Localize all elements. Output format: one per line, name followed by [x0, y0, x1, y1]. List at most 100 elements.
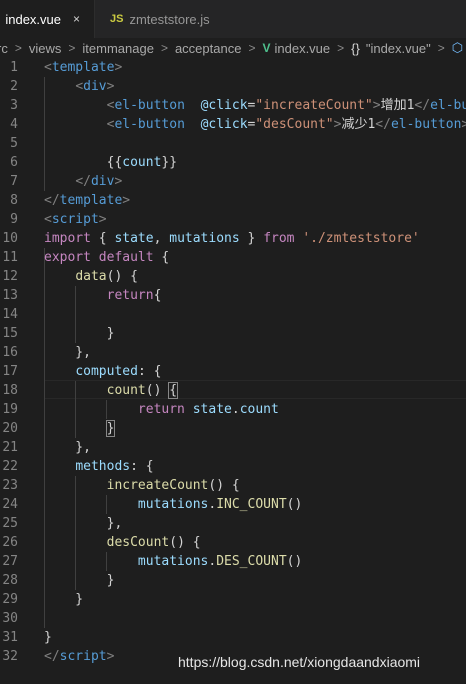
breadcrumb-item-itemmanage[interactable]: itemmanage [82, 41, 154, 56]
code-token: () [286, 497, 303, 512]
code-text: export default { [44, 248, 169, 267]
line-number: 8 [10, 193, 18, 208]
code-token: () [286, 554, 303, 569]
code-text: methods: { [44, 457, 154, 476]
code-line: 30 [0, 609, 466, 628]
code-token: div [83, 79, 107, 94]
code-token: { [153, 288, 162, 303]
code-text: mutations.DES_COUNT() [44, 552, 302, 571]
tab-index-vue[interactable]: V index.vue × [0, 0, 94, 38]
chevron-right-icon: > [337, 41, 345, 55]
code-token: () { [208, 478, 240, 493]
code-text: }, [44, 514, 123, 533]
line-number: 4 [10, 117, 18, 132]
code-text: count() { [44, 381, 179, 400]
line-number: 18 [2, 383, 18, 398]
code-text: </div> [44, 172, 122, 191]
breadcrumb-item-acceptance[interactable]: acceptance [175, 41, 242, 56]
close-icon[interactable]: × [73, 12, 80, 26]
tab-label: index.vue [5, 11, 61, 27]
code-line: 14 [0, 305, 466, 324]
code-text: import { state, mutations } from './zmte… [44, 229, 420, 248]
code-text: <template> [44, 58, 122, 77]
line-number: 25 [2, 516, 18, 531]
code-token: </ [44, 649, 60, 664]
code-line: 3 <el-button @click="increateCount">增加1<… [0, 96, 466, 115]
code-text: } [44, 324, 115, 343]
code-token: . [231, 402, 240, 417]
code-editor[interactable]: 1 <template> 2 <div> 3 <el-button @click="i… [0, 58, 466, 684]
line-number: 23 [2, 478, 18, 493]
code-token: el-button [430, 98, 466, 113]
tab-bar: V index.vue × JS zmteststore.js [0, 0, 466, 38]
breadcrumb-item-file[interactable]: index.vue [274, 41, 330, 56]
code-token: count [239, 402, 279, 417]
code-token: } [44, 630, 52, 645]
code-token: }, [44, 440, 91, 455]
code-line: 15 } [0, 324, 466, 343]
code-token: state [114, 231, 154, 246]
code-text: return{ [44, 286, 162, 305]
code-line: 9 <script> [0, 210, 466, 229]
code-line: 6 {{count}} [0, 153, 466, 172]
code-token: { [153, 250, 170, 265]
line-number: 22 [2, 459, 18, 474]
code-token: } [44, 573, 115, 588]
code-token: () { [106, 269, 138, 284]
code-token: } [44, 592, 84, 607]
code-text: desCount() { [44, 533, 201, 552]
code-text: }, [44, 438, 91, 457]
code-token: < [44, 212, 52, 227]
tab-zmteststore-js[interactable]: JS zmteststore.js [94, 0, 234, 38]
code-line: 21 }, [0, 438, 466, 457]
code-line: 5 [0, 134, 466, 153]
code-token: > [114, 60, 123, 75]
line-number: 10 [2, 231, 18, 246]
object-icon: {} [351, 40, 360, 56]
code-token: 增加1 [380, 98, 415, 113]
code-token: } [105, 420, 116, 437]
line-number: 13 [2, 288, 18, 303]
chevron-right-icon: > [14, 41, 22, 55]
code-line: 17 computed: { [0, 362, 466, 381]
code-token: './zmteststore' [302, 231, 420, 246]
code-token: }, [44, 345, 91, 360]
line-number: 24 [2, 497, 18, 512]
code-token: @click [200, 98, 248, 113]
code-text: <div> [44, 77, 114, 96]
code-token: import [44, 231, 91, 246]
code-line: 10 import { state, mutations } from './zm… [0, 229, 466, 248]
code-text: } [44, 628, 52, 647]
code-line: 7 </div> [0, 172, 466, 191]
line-number: 1 [10, 60, 18, 75]
code-token: el-button [114, 117, 185, 132]
chevron-right-icon: > [68, 41, 76, 55]
line-number: 28 [2, 573, 18, 588]
breadcrumb-item-object[interactable]: "index.vue" [366, 41, 431, 56]
line-number: 14 [2, 307, 18, 322]
code-line: 13 return{ [0, 286, 466, 305]
code-line: 28 } [0, 571, 466, 590]
tab-label: zmteststore.js [129, 11, 210, 27]
code-line: 31} [0, 628, 466, 647]
code-text: <script> [44, 210, 107, 229]
line-number: 31 [2, 630, 18, 645]
breadcrumb-item-views[interactable]: views [29, 41, 62, 56]
code-token: : { [130, 459, 154, 474]
code-text: <el-button @click="increateCount">增加1</e… [44, 96, 466, 115]
code-text: computed: { [44, 362, 161, 381]
line-number: 30 [2, 611, 18, 626]
breadcrumb-item-src[interactable]: rc [0, 41, 8, 56]
code-token: div [90, 174, 115, 189]
line-number: 9 [10, 212, 18, 227]
code-token: > [106, 649, 115, 664]
